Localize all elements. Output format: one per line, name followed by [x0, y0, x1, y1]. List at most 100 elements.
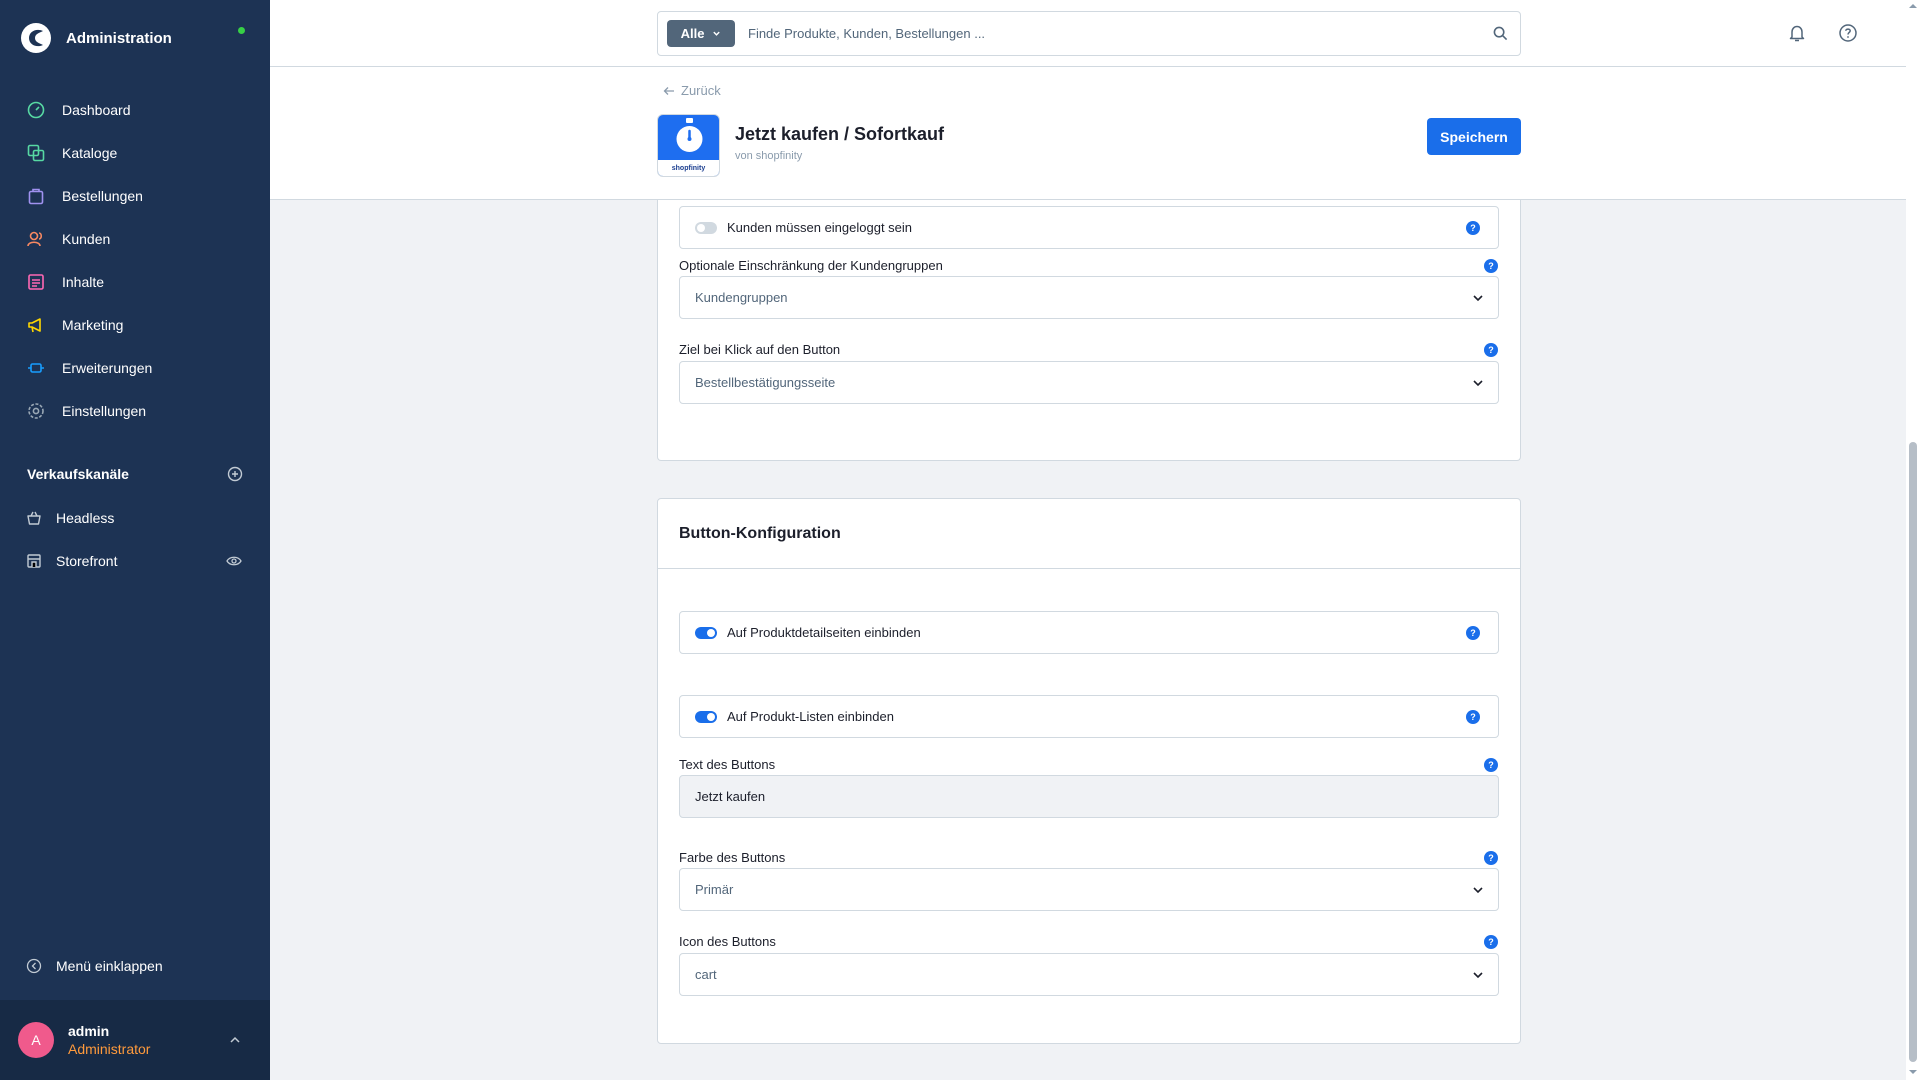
arrow-left-icon [663, 86, 674, 95]
collapse-menu-button[interactable]: Menü einklappen [26, 958, 163, 974]
app-vendor: von shopfinity [735, 150, 803, 162]
avatar: A [18, 1022, 54, 1058]
back-link[interactable]: Zurück [663, 83, 721, 98]
search-icon[interactable] [1480, 26, 1520, 41]
chevron-up-icon[interactable] [229, 1034, 241, 1046]
product-listing-switch-field: Auf Produkt-Listen einbinden ? [679, 695, 1499, 738]
help-icon[interactable]: ? [1484, 343, 1498, 357]
card-settings: Kunden müssen eingeloggt sein ? Optional… [657, 200, 1521, 461]
search-type-label: Alle [680, 26, 705, 41]
scroll-up-arrow-icon[interactable] [1909, 2, 1917, 10]
app-icon-caption: shopfinity [658, 160, 719, 176]
sales-channel-label: Storefront [56, 552, 118, 569]
scrollbar-thumb[interactable] [1909, 442, 1917, 1062]
nav-item-marketing[interactable]: Marketing [0, 303, 270, 346]
sales-channel-storefront[interactable]: Storefront [0, 539, 270, 582]
chevron-down-icon [1473, 295, 1483, 302]
help-icon[interactable]: ? [1484, 259, 1498, 273]
nav-item-content[interactable]: Inhalte [0, 260, 270, 303]
chevron-down-icon [1473, 380, 1483, 387]
sales-channel-list: Headless Storefront [0, 496, 270, 582]
card-button-configuration: Button-Konfiguration Auf Produktdetailse… [657, 498, 1521, 1044]
help-icon[interactable]: ? [1466, 221, 1480, 235]
shopware-logo-icon [21, 23, 51, 53]
select-value: cart [695, 967, 717, 982]
help-circle-icon[interactable] [1837, 22, 1859, 44]
nav-item-orders[interactable]: Bestellungen [0, 174, 270, 217]
switch-label: Auf Produktdetailseiten einbinden [727, 625, 921, 640]
collapse-label: Menü einklappen [56, 958, 163, 974]
customer-groups-select[interactable]: Kundengruppen [679, 276, 1499, 319]
field-label: Optionale Einschränkung der Kundengruppe… [679, 258, 943, 273]
scroll-down-arrow-icon[interactable] [1909, 1068, 1917, 1076]
product-listing-toggle[interactable] [695, 710, 717, 723]
sales-channel-label: Headless [56, 509, 115, 526]
help-icon[interactable]: ? [1466, 626, 1480, 640]
user-profile[interactable]: A admin Administrator [0, 1000, 270, 1080]
admin-sidebar: Administration Dashboard Kataloge Bestel… [0, 0, 270, 1080]
nav-label: Inhalte [62, 273, 105, 290]
brand[interactable]: Administration [20, 18, 172, 58]
notification-bell-icon[interactable] [1786, 22, 1808, 44]
nav-label: Einstellungen [62, 402, 147, 419]
catalog-icon [26, 143, 46, 163]
online-status-dot [238, 27, 245, 34]
basket-icon [27, 511, 41, 525]
sales-channels-title: Verkaufskanäle [27, 466, 129, 482]
help-icon[interactable]: ? [1484, 758, 1498, 772]
customers-icon [26, 229, 46, 249]
login-required-switch-field: Kunden müssen eingeloggt sein ? [679, 206, 1499, 249]
user-text: admin Administrator [68, 1023, 150, 1057]
nav-item-dashboard[interactable]: Dashboard [0, 88, 270, 131]
click-target-select[interactable]: Bestellbestätigungsseite [679, 361, 1499, 404]
page-title: Jetzt kaufen / Sofortkauf [735, 124, 945, 144]
collapse-icon [26, 958, 42, 974]
sales-channel-headless[interactable]: Headless [0, 496, 270, 539]
nav-label: Bestellungen [62, 187, 143, 204]
back-label: Zurück [681, 83, 721, 98]
add-sales-channel-icon[interactable] [227, 466, 243, 482]
orders-icon [26, 186, 46, 206]
chevron-down-icon [1473, 887, 1483, 894]
switch-label: Auf Produkt-Listen einbinden [727, 709, 894, 724]
save-button[interactable]: Speichern [1427, 118, 1521, 155]
nav-label: Erweiterungen [62, 359, 153, 376]
login-required-toggle[interactable] [695, 221, 717, 234]
search-type-dropdown[interactable]: Alle [667, 20, 735, 47]
content-area: Kunden müssen eingeloggt sein ? Optional… [270, 200, 1906, 1080]
button-icon-select[interactable]: cart [679, 953, 1499, 996]
nav-item-extensions[interactable]: Erweiterungen [0, 346, 270, 389]
button-color-select[interactable]: Primär [679, 868, 1499, 911]
nav-item-catalogs[interactable]: Kataloge [0, 131, 270, 174]
help-icon[interactable]: ? [1466, 710, 1480, 724]
field-label: Ziel bei Klick auf den Button [679, 342, 841, 357]
app-icon: shopfinity [657, 114, 720, 177]
nav-label: Marketing [62, 316, 124, 333]
nav-item-customers[interactable]: Kunden [0, 217, 270, 260]
main-nav: Dashboard Kataloge Bestellungen Kunden I… [0, 88, 270, 432]
dashboard-icon [26, 100, 46, 120]
sales-channels-header: Verkaufskanäle [27, 466, 243, 482]
content-icon [26, 272, 46, 292]
help-icon[interactable]: ? [1484, 935, 1498, 949]
settings-icon [26, 401, 46, 421]
storefront-icon [27, 553, 41, 568]
eye-icon[interactable] [226, 553, 242, 569]
top-header: Alle [270, 0, 1906, 67]
switch-label: Kunden müssen eingeloggt sein [727, 220, 913, 235]
select-value: Kundengruppen [695, 290, 788, 305]
field-label: Farbe des Buttons [679, 850, 786, 865]
product-detail-toggle[interactable] [695, 626, 717, 639]
smart-bar: Zurück shopfinity Jetzt kaufen / Sofortk… [270, 67, 1906, 200]
nav-label: Dashboard [62, 101, 131, 118]
nav-item-settings[interactable]: Einstellungen [0, 389, 270, 432]
search-input[interactable] [748, 26, 1480, 41]
select-value: Primär [695, 882, 734, 897]
card-title: Button-Konfiguration [679, 524, 841, 542]
help-icon[interactable]: ? [1484, 851, 1498, 865]
field-label: Icon des Buttons [679, 934, 776, 949]
button-text-input[interactable] [679, 775, 1499, 818]
nav-label: Kunden [62, 230, 111, 247]
extensions-icon [26, 358, 46, 378]
marketing-icon [26, 315, 46, 335]
